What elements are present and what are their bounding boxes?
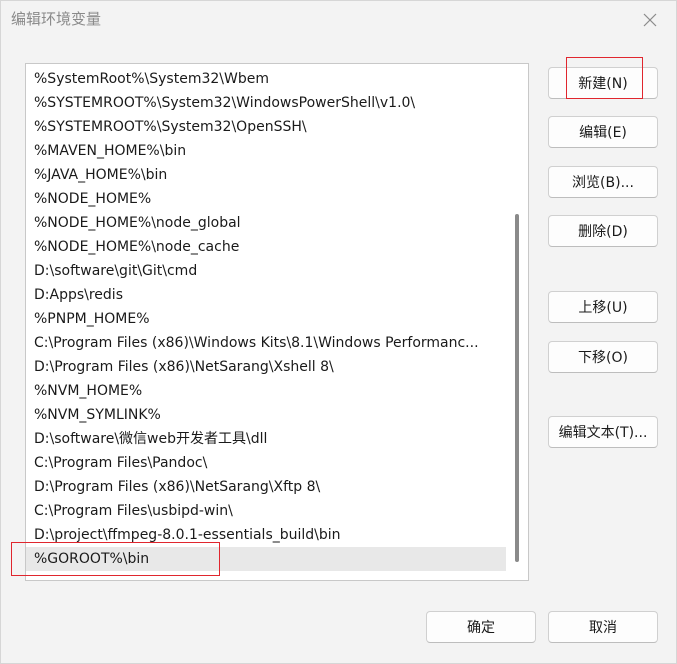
path-list-item[interactable]: %GOROOT%\bin [26, 547, 506, 571]
path-list-item[interactable]: C:\Program Files\usbipd-win\ [26, 499, 506, 523]
edit-text-button[interactable]: 编辑文本(T)... [548, 416, 658, 448]
path-list: %SystemRoot%\System32\Wbem %SYSTEMROOT%\S… [26, 67, 506, 571]
window-title: 编辑环境变量 [11, 10, 102, 28]
path-list-item[interactable]: %SYSTEMROOT%\System32\WindowsPowerShell\… [26, 91, 506, 115]
path-list-item[interactable]: D:\software\git\Git\cmd [26, 259, 506, 283]
list-scrollbar[interactable] [515, 214, 519, 562]
path-list-item[interactable]: C:\Program Files\Pandoc\ [26, 451, 506, 475]
browse-button[interactable]: 浏览(B)... [548, 166, 658, 198]
path-list-item[interactable]: %MAVEN_HOME%\bin [26, 139, 506, 163]
close-button[interactable] [632, 5, 668, 35]
path-list-item[interactable]: %SYSTEMROOT%\System32\OpenSSH\ [26, 115, 506, 139]
path-list-item[interactable]: D:\project\ffmpeg-8.0.1-essentials_build… [26, 523, 506, 547]
new-button[interactable]: 新建(N) [548, 67, 658, 99]
path-list-item[interactable]: D:\Program Files (x86)\NetSarang\Xshell … [26, 355, 506, 379]
path-list-item[interactable]: %NVM_HOME% [26, 379, 506, 403]
move-up-button[interactable]: 上移(U) [548, 291, 658, 323]
path-list-item[interactable]: C:\Program Files (x86)\Windows Kits\8.1\… [26, 331, 506, 355]
edit-button[interactable]: 编辑(E) [548, 116, 658, 148]
path-list-item[interactable]: D:Apps\redis [26, 283, 506, 307]
edit-environment-variable-dialog: 编辑环境变量 %SystemRoot%\System32\Wbem %SYSTEM… [0, 0, 677, 664]
path-list-item[interactable]: %NODE_HOME%\node_cache [26, 235, 506, 259]
delete-button[interactable]: 删除(D) [548, 215, 658, 247]
path-listbox[interactable]: %SystemRoot%\System32\Wbem %SYSTEMROOT%\S… [25, 63, 529, 581]
path-list-item[interactable]: %SystemRoot%\System32\Wbem [26, 67, 506, 91]
path-list-item[interactable]: %NODE_HOME% [26, 187, 506, 211]
title-bar: 编辑环境变量 [1, 1, 676, 39]
close-icon [643, 13, 657, 27]
path-list-item[interactable]: %NVM_SYMLINK% [26, 403, 506, 427]
path-list-item[interactable]: %NODE_HOME%\node_global [26, 211, 506, 235]
cancel-button[interactable]: 取消 [548, 611, 658, 643]
ok-button[interactable]: 确定 [426, 611, 536, 643]
path-list-item[interactable]: D:\software\微信web开发者工具\dll [26, 427, 506, 451]
move-down-button[interactable]: 下移(O) [548, 341, 658, 373]
path-list-item[interactable]: %JAVA_HOME%\bin [26, 163, 506, 187]
path-list-item[interactable]: %PNPM_HOME% [26, 307, 506, 331]
path-list-item[interactable]: D:\Program Files (x86)\NetSarang\Xftp 8\ [26, 475, 506, 499]
